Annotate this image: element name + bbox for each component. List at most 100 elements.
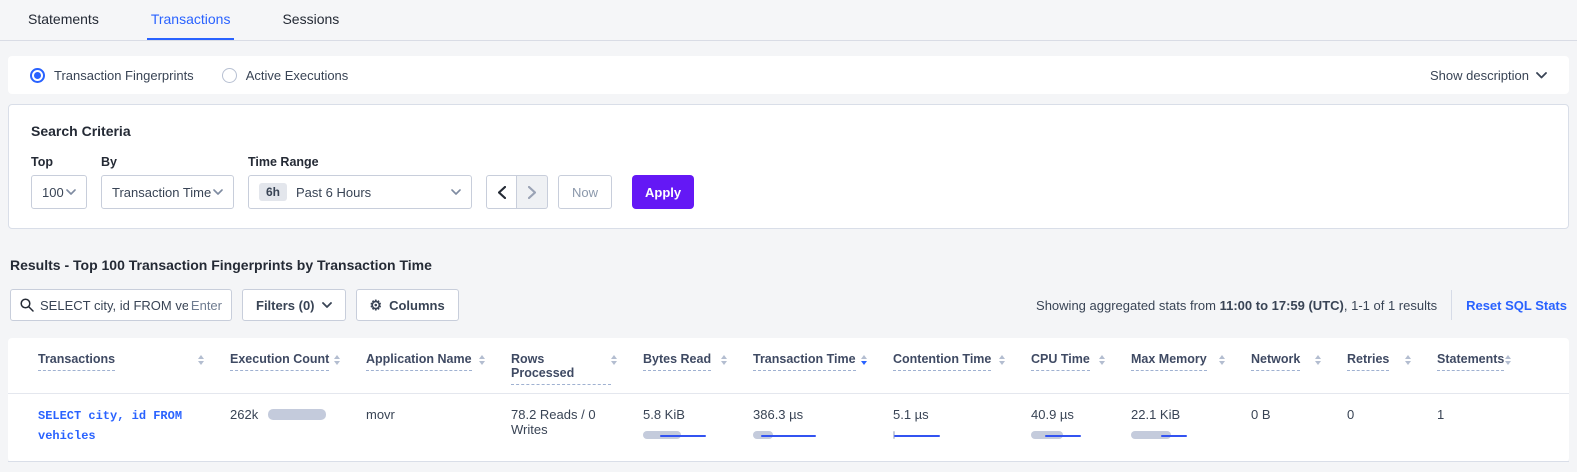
column-label[interactable]: Statements bbox=[1437, 352, 1504, 371]
top-select[interactable]: 100 bbox=[31, 175, 87, 209]
sort-icon[interactable] bbox=[1099, 355, 1105, 365]
time-range-field: Time Range 6h Past 6 Hours bbox=[248, 155, 472, 209]
bytes-read-value: 5.8 KiB bbox=[643, 407, 727, 422]
radio-label: Active Executions bbox=[246, 68, 349, 83]
column-label[interactable]: CPU Time bbox=[1031, 352, 1090, 371]
time-range-label: Time Range bbox=[248, 155, 472, 169]
sort-icon[interactable] bbox=[999, 355, 1005, 365]
cpu-time-value: 40.9 µs bbox=[1031, 407, 1105, 422]
radio-transaction-fingerprints[interactable]: Transaction Fingerprints bbox=[30, 68, 194, 83]
transaction-time-bar bbox=[753, 430, 825, 440]
page-tabbar: Statements Transactions Sessions bbox=[0, 0, 1577, 41]
statements-value: 1 bbox=[1437, 407, 1444, 422]
show-description-toggle[interactable]: Show description bbox=[1430, 68, 1547, 83]
column-label[interactable]: Transactions bbox=[38, 352, 115, 371]
sort-icon[interactable] bbox=[479, 355, 485, 365]
sort-icon-active-desc[interactable] bbox=[861, 355, 867, 365]
filters-label: Filters (0) bbox=[256, 298, 315, 313]
column-label[interactable]: Network bbox=[1251, 352, 1300, 371]
search-criteria-title: Search Criteria bbox=[31, 123, 1546, 139]
column-header-max-memory: Max Memory bbox=[1131, 352, 1251, 385]
reset-sql-stats-link[interactable]: Reset SQL Stats bbox=[1466, 298, 1567, 313]
radio-label: Transaction Fingerprints bbox=[54, 68, 194, 83]
column-header-network: Network bbox=[1251, 352, 1347, 385]
sort-icon[interactable] bbox=[1315, 355, 1321, 365]
cell-retries: 0 bbox=[1347, 407, 1437, 447]
sort-icon[interactable] bbox=[721, 355, 727, 365]
search-icon bbox=[20, 298, 34, 312]
bytes-read-bar bbox=[643, 430, 715, 440]
cell-max-memory: 22.1 KiB bbox=[1131, 407, 1251, 447]
top-field: Top 100 bbox=[31, 155, 87, 209]
cell-rows-processed: 78.2 Reads / 0 Writes bbox=[511, 407, 643, 447]
transaction-fingerprint-link[interactable]: SELECT city, id FROM vehicles bbox=[38, 407, 204, 447]
column-label[interactable]: Max Memory bbox=[1131, 352, 1207, 371]
transactions-table: Transactions Execution Count Application… bbox=[8, 338, 1569, 462]
divider bbox=[1451, 290, 1452, 320]
tab-sessions[interactable]: Sessions bbox=[278, 0, 343, 40]
by-label: By bbox=[101, 155, 234, 169]
column-label[interactable]: Contention Time bbox=[893, 352, 991, 371]
sort-icon[interactable] bbox=[1219, 355, 1225, 365]
contention-time-bar bbox=[893, 430, 965, 440]
filters-button[interactable]: Filters (0) bbox=[242, 289, 346, 321]
cell-application-name: movr bbox=[366, 407, 511, 447]
cpu-time-bar bbox=[1031, 430, 1103, 440]
cell-transaction-time: 386.3 µs bbox=[753, 407, 893, 447]
radio-selected-icon[interactable] bbox=[30, 68, 45, 83]
execution-count-bar bbox=[268, 409, 328, 420]
transactions-page: Statements Transactions Sessions Transac… bbox=[0, 0, 1577, 472]
column-label[interactable]: Bytes Read bbox=[643, 352, 711, 371]
chevron-down-icon bbox=[66, 189, 76, 195]
by-select[interactable]: Transaction Time bbox=[101, 175, 234, 209]
now-button[interactable]: Now bbox=[558, 175, 612, 209]
cell-contention-time: 5.1 µs bbox=[893, 407, 1031, 447]
sort-icon[interactable] bbox=[334, 355, 340, 365]
column-header-application-name: Application Name bbox=[366, 352, 511, 385]
sql-line-2: vehicles bbox=[38, 429, 96, 443]
show-description-label: Show description bbox=[1430, 68, 1529, 83]
cell-network: 0 B bbox=[1251, 407, 1347, 447]
sort-icon[interactable] bbox=[611, 355, 617, 365]
column-label[interactable]: Rows Processed bbox=[511, 352, 611, 385]
enter-hint: Enter bbox=[191, 298, 222, 313]
network-value: 0 B bbox=[1251, 407, 1271, 422]
cell-cpu-time: 40.9 µs bbox=[1031, 407, 1131, 447]
search-box: Enter bbox=[10, 289, 232, 321]
apply-button[interactable]: Apply bbox=[632, 175, 694, 209]
columns-button[interactable]: ⚙ Columns bbox=[356, 289, 459, 321]
sort-icon[interactable] bbox=[1505, 355, 1511, 365]
tab-statements[interactable]: Statements bbox=[24, 0, 103, 40]
sort-icon[interactable] bbox=[198, 355, 204, 365]
search-criteria-card: Search Criteria Top 100 By Transaction T… bbox=[8, 104, 1569, 229]
radio-unselected-icon[interactable] bbox=[222, 68, 237, 83]
next-time-button[interactable] bbox=[517, 175, 548, 209]
column-header-rows-processed: Rows Processed bbox=[511, 352, 643, 385]
time-range-select[interactable]: 6h Past 6 Hours bbox=[248, 175, 472, 209]
column-header-statements: Statements bbox=[1437, 352, 1537, 385]
by-field: By Transaction Time bbox=[101, 155, 234, 209]
column-label[interactable]: Application Name bbox=[366, 352, 472, 371]
results-controls-row: Enter Filters (0) ⚙ Columns Showing aggr… bbox=[10, 289, 1567, 321]
column-label[interactable]: Retries bbox=[1347, 352, 1389, 371]
sort-icon[interactable] bbox=[1405, 355, 1411, 365]
column-label[interactable]: Execution Count bbox=[230, 352, 329, 371]
time-range-value: Past 6 Hours bbox=[296, 185, 371, 200]
column-header-contention-time: Contention Time bbox=[893, 352, 1031, 385]
application-name-value: movr bbox=[366, 407, 395, 422]
table-header-row: Transactions Execution Count Application… bbox=[8, 352, 1569, 394]
tab-transactions[interactable]: Transactions bbox=[147, 0, 235, 40]
chevron-left-icon bbox=[498, 186, 506, 199]
search-input[interactable] bbox=[40, 298, 188, 313]
chevron-down-icon bbox=[322, 302, 332, 308]
radio-active-executions[interactable]: Active Executions bbox=[222, 68, 349, 83]
execution-count-value: 262k bbox=[230, 407, 258, 422]
column-label[interactable]: Transaction Time bbox=[753, 352, 856, 371]
previous-time-button[interactable] bbox=[486, 175, 517, 209]
sql-line-1: SELECT city, id FROM bbox=[38, 409, 182, 423]
by-select-value: Transaction Time bbox=[112, 185, 211, 200]
column-header-cpu-time: CPU Time bbox=[1031, 352, 1131, 385]
column-header-retries: Retries bbox=[1347, 352, 1437, 385]
top-label: Top bbox=[31, 155, 87, 169]
max-memory-value: 22.1 KiB bbox=[1131, 407, 1225, 422]
